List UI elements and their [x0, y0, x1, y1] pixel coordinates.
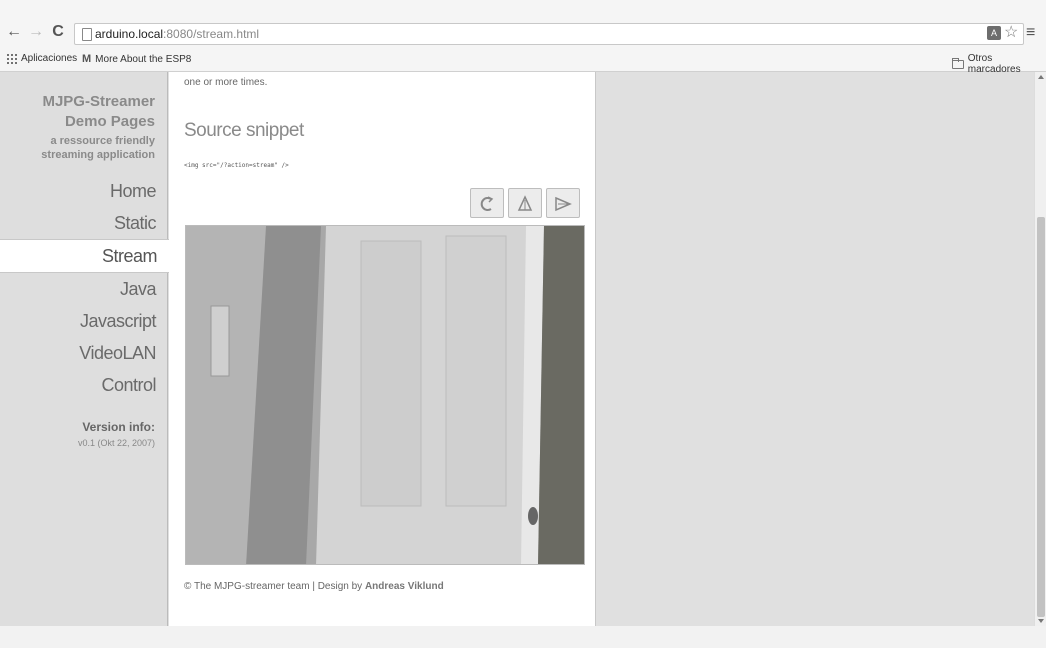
flip-button[interactable] — [508, 188, 542, 218]
bookmark-gmail-label: More About the ESP8 — [95, 53, 192, 65]
menu-icon[interactable]: ≡ — [1026, 23, 1035, 43]
page-viewport: MJPG-Streamer Demo Pages a ressource fri… — [0, 72, 1046, 626]
footer-author[interactable]: Andreas Viklund — [365, 581, 444, 592]
section-title: Source snippet — [184, 120, 304, 141]
site-subtitle-line2: streaming application — [41, 149, 155, 161]
code-snippet: <img src="/?action=stream" /> — [184, 162, 289, 169]
folder-icon — [952, 57, 964, 69]
stream-image — [186, 226, 584, 564]
sidebar-item-videolan[interactable]: VideoLAN — [0, 337, 168, 369]
mirror-button[interactable] — [546, 188, 580, 218]
page-icon — [82, 28, 92, 41]
scroll-down-icon[interactable] — [1038, 619, 1044, 623]
sidebar-item-javascript[interactable]: Javascript — [0, 305, 168, 337]
scroll-thumb[interactable] — [1037, 217, 1045, 617]
site-subtitle-line1: a ressource friendly — [50, 135, 155, 147]
footer-text: © The MJPG-streamer team | Design by — [184, 581, 365, 592]
sidebar-nav: Home Static Stream Java Javascript Video… — [0, 175, 169, 401]
intro-text: one or more times. — [184, 77, 268, 88]
star-icon[interactable]: ☆ — [1004, 23, 1018, 43]
mirror-icon — [555, 196, 572, 212]
site-title-line1: MJPG-Streamer — [42, 93, 155, 110]
bookmark-apps-label: Aplicaciones — [21, 53, 78, 64]
forward-icon[interactable]: → — [26, 22, 46, 42]
sidebar-item-home[interactable]: Home — [0, 175, 168, 207]
address-bar[interactable]: arduino.local:8080/stream.html — [74, 23, 1024, 45]
rotate-icon — [480, 196, 494, 211]
version-value: v0.1 (Okt 22, 2007) — [77, 438, 155, 448]
rotate-button[interactable] — [470, 188, 504, 218]
footer: © The MJPG-streamer team | Design by And… — [184, 581, 444, 592]
version-info: Version info: v0.1 (Okt 22, 2007) — [78, 420, 155, 448]
sidebar-item-static[interactable]: Static — [0, 207, 168, 239]
back-icon[interactable]: ← — [4, 22, 24, 42]
sidebar-item-control[interactable]: Control — [0, 369, 168, 401]
scroll-up-icon[interactable] — [1038, 75, 1044, 79]
version-title: Version info: — [82, 420, 155, 434]
sidebar-item-java[interactable]: Java — [0, 273, 168, 305]
bookmarks-bar: Aplicaciones M More About the ESP8 Otros… — [0, 48, 1046, 75]
video-stream — [185, 225, 585, 565]
sidebar: MJPG-Streamer Demo Pages a ressource fri… — [0, 72, 169, 626]
browser-toolbar: ← → C arduino.local:8080/stream.html A ☆… — [0, 0, 1046, 48]
reload-icon[interactable]: C — [48, 22, 68, 42]
main-content: one or more times. Source snippet <img s… — [169, 72, 596, 626]
translate-icon[interactable]: A — [987, 26, 1001, 40]
flip-icon — [517, 195, 533, 211]
site-title-line2: Demo Pages — [64, 113, 155, 130]
apps-icon — [6, 53, 17, 64]
bookmark-apps[interactable]: Aplicaciones — [6, 53, 77, 64]
gmail-icon: M — [82, 53, 92, 65]
site-brand: MJPG-Streamer Demo Pages a ressource fri… — [41, 92, 155, 162]
sidebar-item-stream[interactable]: Stream — [0, 239, 169, 273]
url-text: arduino.local:8080/stream.html — [95, 27, 260, 41]
bookmark-gmail[interactable]: M More About the ESP8 — [82, 53, 191, 65]
scrollbar[interactable] — [1034, 72, 1046, 626]
window-bottom-bar — [0, 626, 1046, 648]
